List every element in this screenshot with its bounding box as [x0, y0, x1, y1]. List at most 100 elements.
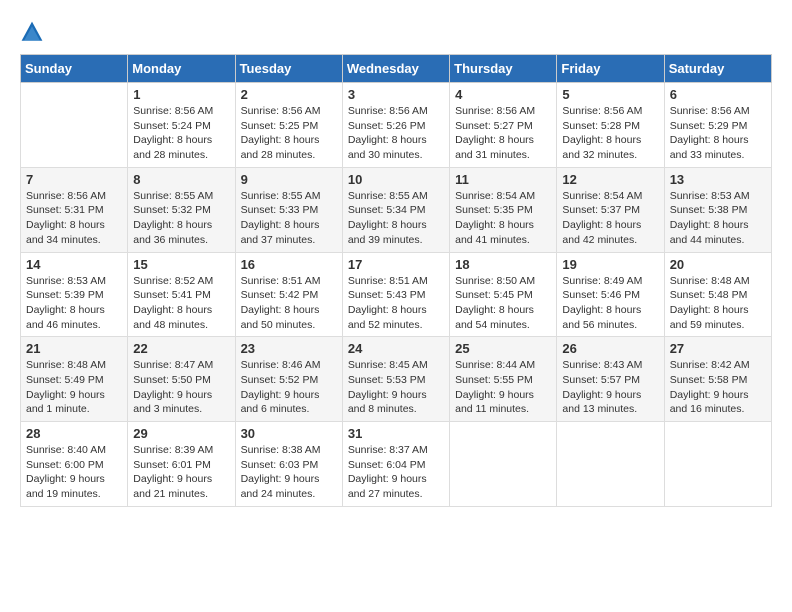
day-info: Sunrise: 8:42 AM Sunset: 5:58 PM Dayligh…: [670, 358, 766, 417]
calendar-cell: 5 Sunrise: 8:56 AM Sunset: 5:28 PM Dayli…: [557, 83, 664, 168]
sunset: Sunset: 5:33 PM: [241, 204, 319, 216]
day-info: Sunrise: 8:56 AM Sunset: 5:24 PM Dayligh…: [133, 104, 229, 163]
day-number: 4: [455, 87, 551, 102]
day-info: Sunrise: 8:50 AM Sunset: 5:45 PM Dayligh…: [455, 274, 551, 333]
sunset: Sunset: 5:32 PM: [133, 204, 211, 216]
sunrise: Sunrise: 8:42 AM: [670, 359, 750, 371]
day-info: Sunrise: 8:53 AM Sunset: 5:39 PM Dayligh…: [26, 274, 122, 333]
daylight: Daylight: 8 hours and 56 minutes.: [562, 304, 641, 331]
daylight: Daylight: 8 hours and 41 minutes.: [455, 219, 534, 246]
sunrise: Sunrise: 8:56 AM: [26, 190, 106, 202]
sunset: Sunset: 5:35 PM: [455, 204, 533, 216]
daylight: Daylight: 9 hours and 27 minutes.: [348, 473, 427, 500]
sunrise: Sunrise: 8:50 AM: [455, 275, 535, 287]
sunrise: Sunrise: 8:40 AM: [26, 444, 106, 456]
daylight: Daylight: 9 hours and 6 minutes.: [241, 389, 320, 416]
calendar-cell: 20 Sunrise: 8:48 AM Sunset: 5:48 PM Dayl…: [664, 252, 771, 337]
day-number: 23: [241, 341, 337, 356]
day-number: 10: [348, 172, 444, 187]
day-info: Sunrise: 8:48 AM Sunset: 5:48 PM Dayligh…: [670, 274, 766, 333]
logo-icon: [20, 20, 44, 44]
calendar-cell: 18 Sunrise: 8:50 AM Sunset: 5:45 PM Dayl…: [450, 252, 557, 337]
day-number: 8: [133, 172, 229, 187]
day-number: 7: [26, 172, 122, 187]
calendar-cell: 12 Sunrise: 8:54 AM Sunset: 5:37 PM Dayl…: [557, 167, 664, 252]
calendar-week-row: 28 Sunrise: 8:40 AM Sunset: 6:00 PM Dayl…: [21, 422, 772, 507]
sunset: Sunset: 5:27 PM: [455, 120, 533, 132]
day-number: 29: [133, 426, 229, 441]
day-number: 2: [241, 87, 337, 102]
daylight: Daylight: 8 hours and 50 minutes.: [241, 304, 320, 331]
day-info: Sunrise: 8:40 AM Sunset: 6:00 PM Dayligh…: [26, 443, 122, 502]
day-info: Sunrise: 8:55 AM Sunset: 5:33 PM Dayligh…: [241, 189, 337, 248]
daylight: Daylight: 8 hours and 46 minutes.: [26, 304, 105, 331]
calendar-cell: 31 Sunrise: 8:37 AM Sunset: 6:04 PM Dayl…: [342, 422, 449, 507]
calendar-cell: 29 Sunrise: 8:39 AM Sunset: 6:01 PM Dayl…: [128, 422, 235, 507]
day-info: Sunrise: 8:56 AM Sunset: 5:29 PM Dayligh…: [670, 104, 766, 163]
sunrise: Sunrise: 8:56 AM: [348, 105, 428, 117]
sunrise: Sunrise: 8:56 AM: [562, 105, 642, 117]
sunset: Sunset: 5:58 PM: [670, 374, 748, 386]
calendar-cell: 17 Sunrise: 8:51 AM Sunset: 5:43 PM Dayl…: [342, 252, 449, 337]
day-number: 18: [455, 257, 551, 272]
calendar-cell: [450, 422, 557, 507]
sunrise: Sunrise: 8:55 AM: [348, 190, 428, 202]
day-header-thursday: Thursday: [450, 55, 557, 83]
day-number: 20: [670, 257, 766, 272]
day-number: 27: [670, 341, 766, 356]
day-number: 21: [26, 341, 122, 356]
daylight: Daylight: 9 hours and 24 minutes.: [241, 473, 320, 500]
sunset: Sunset: 5:53 PM: [348, 374, 426, 386]
logo: [20, 20, 52, 44]
sunset: Sunset: 6:01 PM: [133, 459, 211, 471]
day-header-wednesday: Wednesday: [342, 55, 449, 83]
calendar-cell: 15 Sunrise: 8:52 AM Sunset: 5:41 PM Dayl…: [128, 252, 235, 337]
calendar-cell: 6 Sunrise: 8:56 AM Sunset: 5:29 PM Dayli…: [664, 83, 771, 168]
daylight: Daylight: 9 hours and 8 minutes.: [348, 389, 427, 416]
sunset: Sunset: 5:29 PM: [670, 120, 748, 132]
sunset: Sunset: 5:49 PM: [26, 374, 104, 386]
sunset: Sunset: 5:41 PM: [133, 289, 211, 301]
sunrise: Sunrise: 8:56 AM: [670, 105, 750, 117]
day-info: Sunrise: 8:56 AM Sunset: 5:27 PM Dayligh…: [455, 104, 551, 163]
sunset: Sunset: 5:24 PM: [133, 120, 211, 132]
day-info: Sunrise: 8:38 AM Sunset: 6:03 PM Dayligh…: [241, 443, 337, 502]
day-number: 15: [133, 257, 229, 272]
calendar-cell: 27 Sunrise: 8:42 AM Sunset: 5:58 PM Dayl…: [664, 337, 771, 422]
day-header-monday: Monday: [128, 55, 235, 83]
sunrise: Sunrise: 8:47 AM: [133, 359, 213, 371]
sunset: Sunset: 6:04 PM: [348, 459, 426, 471]
day-info: Sunrise: 8:55 AM Sunset: 5:34 PM Dayligh…: [348, 189, 444, 248]
sunset: Sunset: 5:52 PM: [241, 374, 319, 386]
day-info: Sunrise: 8:55 AM Sunset: 5:32 PM Dayligh…: [133, 189, 229, 248]
daylight: Daylight: 8 hours and 59 minutes.: [670, 304, 749, 331]
day-info: Sunrise: 8:51 AM Sunset: 5:43 PM Dayligh…: [348, 274, 444, 333]
daylight: Daylight: 9 hours and 21 minutes.: [133, 473, 212, 500]
sunset: Sunset: 5:42 PM: [241, 289, 319, 301]
daylight: Daylight: 8 hours and 28 minutes.: [241, 134, 320, 161]
sunrise: Sunrise: 8:49 AM: [562, 275, 642, 287]
day-info: Sunrise: 8:56 AM Sunset: 5:28 PM Dayligh…: [562, 104, 658, 163]
sunset: Sunset: 6:00 PM: [26, 459, 104, 471]
day-info: Sunrise: 8:54 AM Sunset: 5:35 PM Dayligh…: [455, 189, 551, 248]
daylight: Daylight: 9 hours and 19 minutes.: [26, 473, 105, 500]
calendar-cell: 22 Sunrise: 8:47 AM Sunset: 5:50 PM Dayl…: [128, 337, 235, 422]
sunrise: Sunrise: 8:52 AM: [133, 275, 213, 287]
calendar-cell: [21, 83, 128, 168]
day-info: Sunrise: 8:47 AM Sunset: 5:50 PM Dayligh…: [133, 358, 229, 417]
sunset: Sunset: 5:39 PM: [26, 289, 104, 301]
calendar-cell: 11 Sunrise: 8:54 AM Sunset: 5:35 PM Dayl…: [450, 167, 557, 252]
daylight: Daylight: 8 hours and 39 minutes.: [348, 219, 427, 246]
calendar-cell: 26 Sunrise: 8:43 AM Sunset: 5:57 PM Dayl…: [557, 337, 664, 422]
sunset: Sunset: 5:34 PM: [348, 204, 426, 216]
calendar-cell: 7 Sunrise: 8:56 AM Sunset: 5:31 PM Dayli…: [21, 167, 128, 252]
calendar-cell: [664, 422, 771, 507]
daylight: Daylight: 8 hours and 54 minutes.: [455, 304, 534, 331]
day-number: 5: [562, 87, 658, 102]
sunrise: Sunrise: 8:51 AM: [348, 275, 428, 287]
calendar-week-row: 14 Sunrise: 8:53 AM Sunset: 5:39 PM Dayl…: [21, 252, 772, 337]
sunset: Sunset: 5:55 PM: [455, 374, 533, 386]
day-number: 13: [670, 172, 766, 187]
sunrise: Sunrise: 8:56 AM: [133, 105, 213, 117]
sunrise: Sunrise: 8:53 AM: [26, 275, 106, 287]
